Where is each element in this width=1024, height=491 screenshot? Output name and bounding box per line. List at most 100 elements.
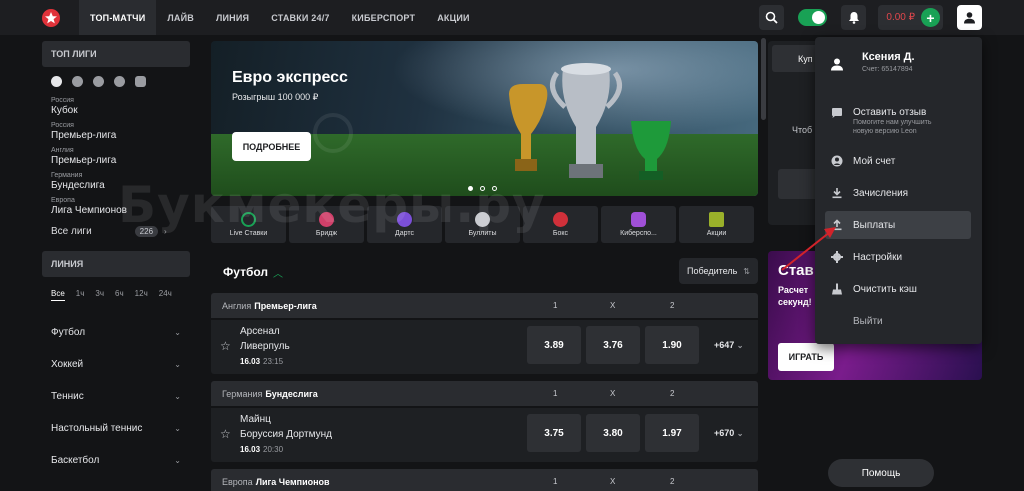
balance-widget[interactable]: 0.00 ₽ +	[878, 5, 943, 30]
notifications-button[interactable]	[841, 5, 867, 30]
league-title: Германия Бундеслига	[222, 389, 318, 399]
banner-more-button[interactable]: ПОДРОБНЕЕ	[232, 132, 311, 161]
more-markets-link[interactable]: +670 ⌄	[714, 428, 744, 438]
sport-label: Хоккей	[51, 358, 84, 370]
menu-item-clear-cache[interactable]: Очистить кэш	[825, 275, 971, 303]
promo-sub-line: Расчет	[778, 285, 809, 295]
tile-label: Киберспо...	[620, 230, 657, 237]
hockey-icon[interactable]	[72, 76, 83, 87]
search-button[interactable]	[759, 5, 785, 30]
market-select[interactable]: Победитель ⇅	[679, 258, 758, 284]
odd-away[interactable]: 1.90	[645, 326, 699, 364]
all-leagues-label: Все лиги	[51, 226, 92, 237]
chevron-up-icon[interactable]: ︿	[273, 265, 283, 280]
nav-esports[interactable]: КИБЕРСПОРТ	[341, 0, 427, 35]
sidebar-league-item[interactable]: Россия Премьер-лига	[42, 122, 190, 141]
football-icon[interactable]	[51, 76, 62, 87]
col-header-2: 2	[670, 477, 675, 486]
league-name: Премьер-лига	[254, 300, 317, 311]
nav-promotions[interactable]: АКЦИИ	[426, 0, 481, 35]
tile-esports[interactable]: Киберспо...	[601, 206, 676, 243]
tennis-icon[interactable]	[93, 76, 104, 87]
menu-item-deposits[interactable]: Зачисления	[825, 179, 971, 207]
more-markets-link[interactable]: +647 ⌄	[714, 340, 744, 350]
bell-icon	[848, 12, 859, 24]
user-menu-button[interactable]	[957, 5, 982, 30]
sport-label: Настольный теннис	[51, 422, 143, 434]
match-row[interactable]: ☆ Арсенал Ливерпуль 16.03 23:15 3.89 3.76…	[211, 320, 758, 374]
team-home: Арсенал	[240, 326, 280, 337]
league-header[interactable]: Германия Бундеслига 1 X 2	[211, 381, 758, 406]
top-leagues-title: ТОП ЛИГИ	[42, 41, 190, 67]
help-button[interactable]: Помощь	[828, 459, 934, 487]
nav-top-matches[interactable]: ТОП-МАТЧИ	[79, 0, 157, 35]
deposit-plus-button[interactable]: +	[921, 8, 940, 27]
sidebar-sport-football[interactable]: Футбол ⌄	[42, 316, 190, 348]
ticket-icon	[709, 212, 724, 227]
odd-home[interactable]: 3.89	[527, 326, 581, 364]
time-filter-6h[interactable]: 6ч	[115, 289, 124, 301]
odd-home[interactable]: 3.75	[527, 414, 581, 452]
menu-item-settings[interactable]: Настройки	[825, 243, 971, 271]
match-date: 16.03 20:30	[240, 445, 283, 454]
sidebar-sport-hockey[interactable]: Хоккей ⌄	[42, 348, 190, 380]
sport-label: Теннис	[51, 390, 84, 402]
favorite-star-icon[interactable]: ☆	[220, 339, 231, 353]
banner-title: Евро экспресс	[232, 69, 348, 86]
nav-live[interactable]: ЛАЙВ	[156, 0, 205, 35]
time-filter-12h[interactable]: 12ч	[135, 289, 148, 301]
nav-bets-247[interactable]: СТАВКИ 24/7	[260, 0, 340, 35]
sidebar-sport-table-tennis[interactable]: Настольный теннис ⌄	[42, 412, 190, 444]
chevron-down-icon: ⌄	[736, 429, 744, 438]
basketball-icon[interactable]	[114, 76, 125, 87]
league-header[interactable]: Европа Лига Чемпионов 1 X 2	[211, 469, 758, 491]
account-circle-icon	[831, 155, 843, 167]
nav-line[interactable]: ЛИНИЯ	[205, 0, 260, 35]
time-filter-24h[interactable]: 24ч	[159, 289, 172, 301]
promo-play-button[interactable]: ИГРАТЬ	[778, 343, 834, 371]
football-section-header: Футбол ︿ Победитель ⇅	[211, 257, 758, 287]
main-content: Евро экспресс Розыгрыш 100 000 ₽ ПОДРОБН…	[211, 41, 758, 491]
time-filter-3h[interactable]: 3ч	[95, 289, 104, 301]
theme-toggle[interactable]	[798, 9, 828, 26]
menu-item-my-account[interactable]: Мой счет	[825, 147, 971, 175]
odd-draw[interactable]: 3.76	[586, 326, 640, 364]
sidebar-sport-basketball[interactable]: Баскетбол ⌄	[42, 444, 190, 476]
odd-draw[interactable]: 3.80	[586, 414, 640, 452]
league-name: Лига Чемпионов	[255, 476, 330, 487]
sidebar-league-item[interactable]: Англия Премьер-лига	[42, 147, 190, 166]
chevron-down-icon: ⌄	[174, 359, 181, 369]
menu-account-number: Счет: 65147894	[862, 66, 913, 73]
feedback-text: Оставить отзыв Помогите нам улучшить нов…	[853, 107, 953, 136]
league-name: Бундеслига	[265, 388, 318, 399]
promo-banner[interactable]: Евро экспресс Розыгрыш 100 000 ₽ ПОДРОБН…	[211, 41, 758, 196]
menu-item-withdrawals[interactable]: Выплаты	[825, 211, 971, 239]
menu-label: Зачисления	[853, 187, 909, 199]
download-icon	[832, 188, 842, 199]
menu-item-feedback[interactable]: Оставить отзыв Помогите нам улучшить нов…	[825, 103, 971, 137]
league-name: Кубок	[51, 105, 78, 116]
toggle-knob	[812, 11, 826, 24]
match-row[interactable]: ☆ Майнц Боруссия Дортмунд 16.03 20:30 3.7…	[211, 408, 758, 462]
sport-label: Футбол	[51, 326, 86, 338]
sidebar-sport-tennis[interactable]: Теннис ⌄	[42, 380, 190, 412]
league-header[interactable]: Англия Премьер-лига 1 X 2	[211, 293, 758, 318]
esports-gamepad-icon[interactable]	[135, 76, 146, 87]
favorite-star-icon[interactable]: ☆	[220, 427, 231, 441]
league-country: Европа	[222, 476, 253, 487]
league-name: Премьер-лига	[51, 130, 117, 141]
col-header-2: 2	[670, 389, 675, 398]
menu-sublabel: Помогите нам улучшить новую версию Leon	[853, 119, 932, 135]
section-title: Футбол	[223, 265, 269, 279]
menu-user-name: Ксения Д.	[862, 51, 915, 63]
tile-promotions[interactable]: Акции	[679, 206, 754, 243]
sidebar-league-item[interactable]: Россия Кубок	[42, 97, 190, 116]
leon-logo-icon[interactable]	[40, 7, 62, 29]
time-filter-all[interactable]: Все	[51, 289, 65, 301]
main-scrollbar[interactable]	[761, 38, 766, 120]
user-icon	[831, 58, 843, 71]
menu-item-logout[interactable]: Выйти	[825, 307, 971, 335]
odd-away[interactable]: 1.97	[645, 414, 699, 452]
time-filter-1h[interactable]: 1ч	[76, 289, 85, 301]
col-header-1: 1	[553, 301, 558, 310]
